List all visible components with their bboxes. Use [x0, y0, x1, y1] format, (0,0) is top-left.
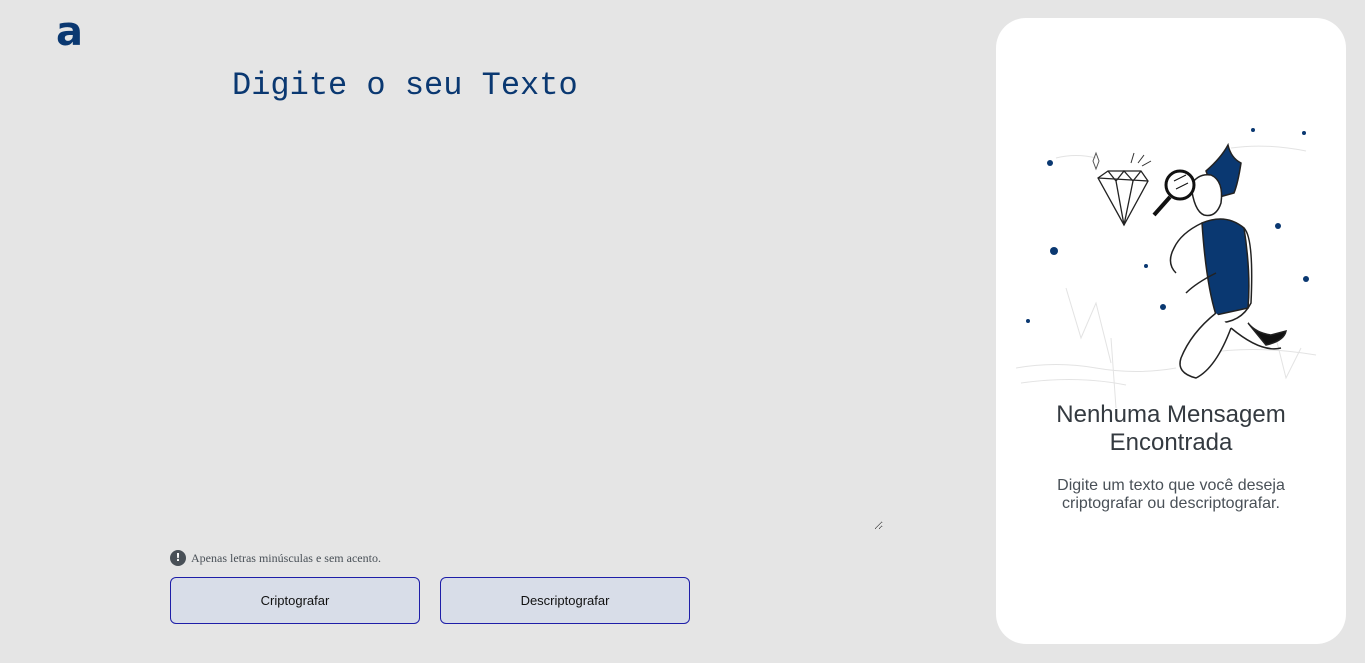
empty-message-title: Nenhuma Mensagem Encontrada	[1056, 401, 1286, 456]
page-title: Digite o seu Texto	[232, 67, 578, 104]
logo: a	[56, 9, 83, 55]
hint-text: Apenas letras minúsculas e sem acento.	[191, 550, 381, 565]
empty-message-subtitle: Digite um texto que você deseja criptogr…	[1057, 477, 1285, 512]
output-panel: Nenhuma Mensagem Encontrada Digite um te…	[996, 18, 1346, 644]
person-with-magnifying-glass-illustration	[1016, 128, 1317, 408]
input-hint: ! Apenas letras minúsculas e sem acento.	[170, 550, 381, 566]
text-input[interactable]	[230, 125, 883, 530]
exclamation-circle-icon: !	[170, 550, 186, 566]
decrypt-button[interactable]: Descriptografar	[440, 577, 690, 624]
encrypt-button[interactable]: Criptografar	[170, 577, 420, 624]
